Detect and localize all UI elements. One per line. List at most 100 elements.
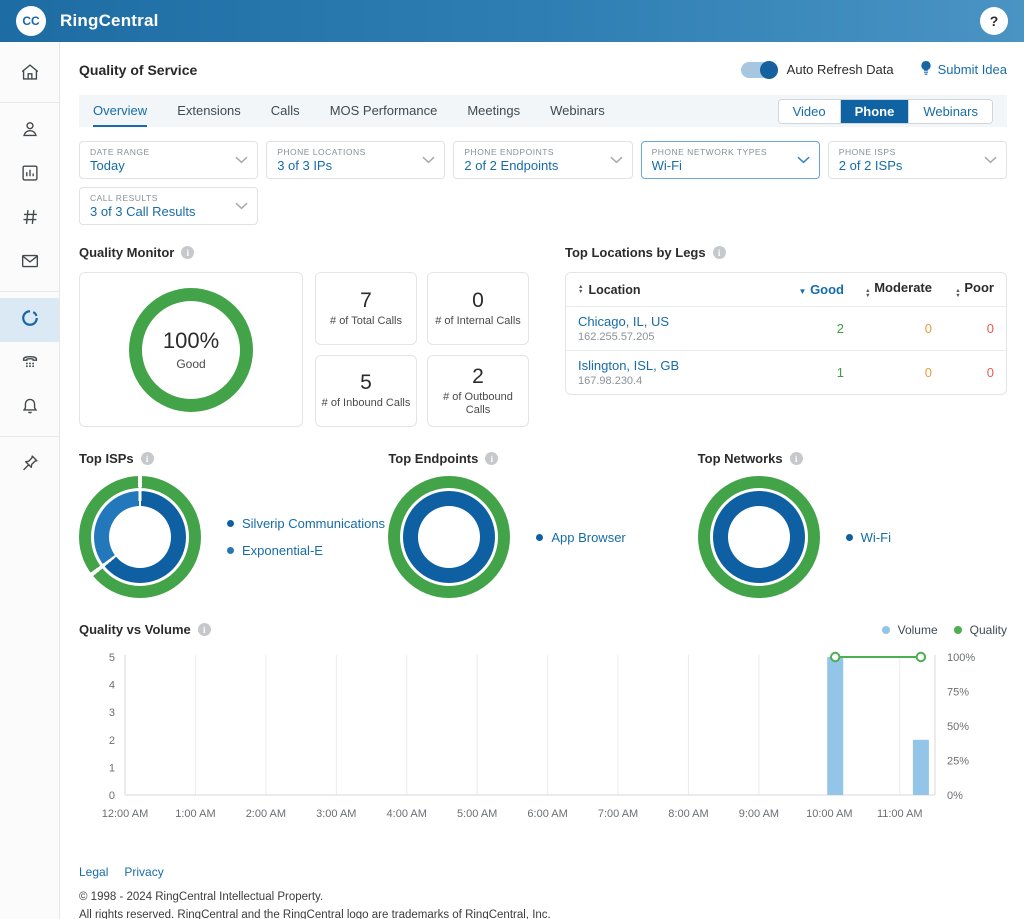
svg-text:10:00 AM: 10:00 AM [806,808,852,820]
phone-isps-dropdown[interactable]: PHONE ISPS 2 of 2 ISPs [828,141,1007,179]
gauge-label: Good [176,357,205,371]
sort-desc-icon[interactable]: ▼ [799,287,807,296]
chevron-down-icon [235,197,248,215]
legend-label: Silverip Communications [242,516,385,531]
stat-label: # of Internal Calls [435,315,521,328]
quality-monitor-title: Quality Monitor [79,245,174,260]
sidebar-item-contacts[interactable] [0,109,59,153]
poor-count: 0 [932,365,994,380]
legend-item-quality[interactable]: Quality [954,623,1007,637]
tab-strip: Overview Extensions Calls MOS Performanc… [79,95,1007,127]
top-networks-section: Top Networks i Wi-Fi [698,451,1007,598]
chart-title: Quality vs Volume [79,622,191,637]
sidebar-item-analytics[interactable] [0,153,59,197]
info-icon[interactable]: i [141,452,154,465]
mode-video-button[interactable]: Video [779,100,841,123]
quality-gauge-card: 100% Good [79,272,303,427]
sidebar-item-qos[interactable] [0,298,59,342]
info-icon[interactable]: i [181,246,194,259]
filter-label: PHONE ENDPOINTS [464,147,603,157]
donut-row: Top ISPs i Silverip Communications [79,451,1007,598]
svg-text:3: 3 [109,707,115,719]
top-locations-title: Top Locations by Legs [565,245,706,260]
envelope-icon [19,250,41,277]
phone-endpoints-dropdown[interactable]: PHONE ENDPOINTS 2 of 2 Endpoints [453,141,632,179]
qos-donut-icon [19,307,41,334]
sort-icon[interactable]: ▲▼ [578,285,583,295]
date-range-dropdown[interactable]: DATE RANGE Today [79,141,258,179]
sidebar-item-channels[interactable] [0,197,59,241]
quality-volume-chart[interactable]: 12:00 AM1:00 AM2:00 AM3:00 AM4:00 AM5:00… [79,643,1007,831]
gauge-percent: 100% [163,328,219,354]
svg-text:2: 2 [109,735,115,747]
stat-outbound-calls: 2 # of Outbound Calls [427,355,529,428]
tab-mos-performance[interactable]: MOS Performance [330,95,438,127]
sidebar-item-alerts[interactable] [0,386,59,430]
column-location[interactable]: Location [588,283,640,297]
app-window: CC RingCentral ? [0,0,1024,919]
location-ip: 167.98.230.4 [578,375,642,387]
column-good[interactable]: Good [810,282,844,297]
privacy-link[interactable]: Privacy [124,865,163,879]
quality-gauge: 100% Good [129,288,253,412]
info-icon[interactable]: i [713,246,726,259]
info-icon[interactable]: i [198,623,211,636]
svg-text:1:00 AM: 1:00 AM [175,808,215,820]
stat-value: 0 [472,289,484,313]
legal-link[interactable]: Legal [79,865,108,879]
sort-icon[interactable]: ▲▼ [865,289,870,299]
chevron-down-icon [610,151,623,169]
sidebar-item-messages[interactable] [0,241,59,285]
help-button[interactable]: ? [980,7,1008,35]
column-poor[interactable]: Poor [964,280,994,295]
endpoints-donut-chart[interactable] [388,476,510,598]
page-title: Quality of Service [79,62,197,78]
svg-text:5: 5 [109,652,115,664]
phone-network-types-dropdown[interactable]: PHONE NETWORK TYPES Wi-Fi [641,141,820,179]
location-link[interactable]: Chicago, IL, US [578,314,669,329]
filter-value: Today [90,158,229,173]
sidebar-item-home[interactable] [0,52,59,96]
stat-label: # of Total Calls [330,315,402,328]
locations-table: ▲▼ Location ▼ Good ▲▼ Moderate ▲▼ [565,272,1007,395]
tab-calls[interactable]: Calls [271,95,300,127]
mode-phone-button[interactable]: Phone [841,100,910,123]
stat-value: 2 [472,365,484,389]
svg-text:0: 0 [109,790,115,802]
legend-item-volume[interactable]: Volume [882,623,938,637]
tab-overview[interactable]: Overview [93,95,147,127]
info-icon[interactable]: i [485,452,498,465]
legend-item-silverip[interactable]: Silverip Communications [227,516,385,531]
top-locations-section: Top Locations by Legs i ▲▼ Location ▼ Go… [565,245,1007,427]
svg-text:6:00 AM: 6:00 AM [527,808,567,820]
sidebar-divider [0,102,59,103]
submit-idea-button[interactable]: Submit Idea [920,60,1007,79]
hash-icon [19,206,41,233]
legend-item-exponential[interactable]: Exponential-E [227,543,385,558]
call-stats-grid: 7 # of Total Calls 0 # of Internal Calls… [315,272,529,427]
sidebar-item-pinned[interactable] [0,443,59,487]
chart-legend: Volume Quality [882,623,1007,637]
column-moderate[interactable]: Moderate [874,280,932,295]
info-icon[interactable]: i [790,452,803,465]
location-ip: 162.255.57.205 [578,331,654,343]
filter-value: 3 of 3 IPs [277,158,416,173]
auto-refresh-toggle[interactable] [741,62,777,78]
stat-inbound-calls: 5 # of Inbound Calls [315,355,417,428]
account-avatar[interactable]: CC [16,6,46,36]
call-results-dropdown[interactable]: CALL RESULTS 3 of 3 Call Results [79,187,258,225]
tab-meetings[interactable]: Meetings [467,95,520,127]
legend-item-app-browser[interactable]: App Browser [536,530,625,545]
sidebar-item-phone-system[interactable] [0,342,59,386]
networks-donut-chart[interactable] [698,476,820,598]
location-link[interactable]: Islington, ISL, GB [578,358,679,373]
legend-item-wifi[interactable]: Wi-Fi [846,530,891,545]
tab-extensions[interactable]: Extensions [177,95,241,127]
phone-locations-dropdown[interactable]: PHONE LOCATIONS 3 of 3 IPs [266,141,445,179]
mode-webinars-button[interactable]: Webinars [909,100,992,123]
svg-text:7:00 AM: 7:00 AM [598,808,638,820]
sidebar-divider [0,291,59,292]
isps-donut-chart[interactable] [79,476,201,598]
sort-icon[interactable]: ▲▼ [955,289,960,299]
tab-webinars[interactable]: Webinars [550,95,605,127]
